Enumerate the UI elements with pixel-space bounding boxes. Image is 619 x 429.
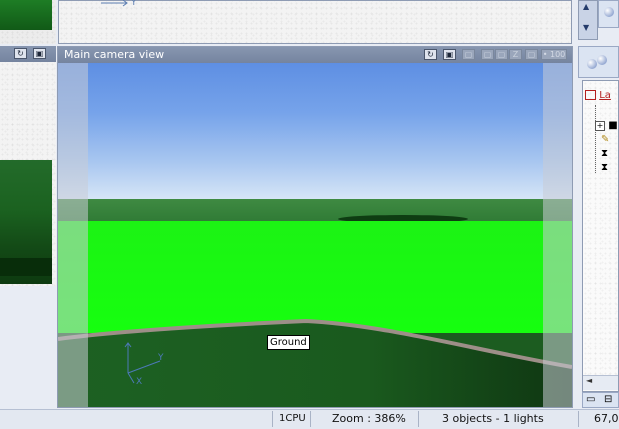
main-view-x-icon[interactable]: ▢: [481, 49, 494, 60]
main-refresh-icon[interactable]: ↻: [424, 49, 437, 60]
nav-scroller[interactable]: ▲ ▼: [578, 0, 598, 40]
scene-tree[interactable]: La + ■ ✎ ⧗ ⧗ ◄: [582, 80, 619, 392]
status-divider-2: [310, 411, 311, 427]
horizon-hills: [58, 199, 572, 223]
scene-objects-icon[interactable]: [587, 53, 609, 71]
top-left-green-strip: [0, 0, 52, 30]
tab-tree-icon[interactable]: ⊟: [604, 394, 612, 405]
status-coordinates: 67,06: [594, 412, 619, 425]
nav-side-button[interactable]: [598, 0, 619, 28]
sky: [58, 63, 572, 205]
right-safe-frame: [543, 63, 572, 407]
expand-toggle[interactable]: +: [595, 121, 605, 131]
top-axis-label: Y: [131, 0, 137, 8]
nav-down-arrow-icon[interactable]: ▼: [583, 23, 589, 32]
tree-root-label: La: [599, 90, 611, 101]
main-render-icon[interactable]: ▣: [443, 49, 456, 60]
axis-label-x: X: [136, 377, 143, 387]
main-camera-viewport[interactable]: Main camera view ↻ ▣ ▢ ▢ ▢ Z ▢ • 100 Y X…: [57, 46, 573, 408]
render-area[interactable]: Y X Ground: [58, 63, 572, 407]
main-view-z-icon[interactable]: Z: [509, 49, 522, 60]
scene-panel-header: [578, 46, 619, 78]
object-icon-2: ⧗: [601, 162, 609, 173]
main-viewport-title: Main camera view: [64, 48, 165, 61]
light-icon: ✎: [601, 134, 610, 145]
ground-object-label[interactable]: Ground: [267, 335, 310, 350]
top-viewport[interactable]: Y: [58, 0, 572, 44]
camera-icon: ■: [608, 120, 618, 131]
axis-label-y: Y: [158, 353, 164, 363]
nav-up-arrow-icon[interactable]: ▲: [583, 2, 589, 11]
scene-bottom-tabs: ▭ ⊟: [582, 392, 619, 408]
status-object-count: 3 objects - 1 lights: [442, 412, 544, 425]
tree-dotted-line: [595, 105, 596, 173]
tab-page-icon[interactable]: ▭: [586, 394, 595, 405]
top-left-viewport[interactable]: [0, 0, 56, 44]
layer-icon: [585, 90, 596, 100]
left-refresh-icon[interactable]: ↻: [14, 48, 27, 59]
status-cpu: 1CPU: [279, 413, 306, 424]
top-axis-indicator: [101, 0, 128, 7]
object-icon: ⧗: [601, 148, 609, 159]
tree-item-3[interactable]: ⧗: [601, 147, 608, 161]
tree-item-2[interactable]: ✎: [601, 133, 609, 147]
status-divider-3: [418, 411, 419, 427]
main-view-y-icon[interactable]: ▢: [495, 49, 508, 60]
left-render-icon[interactable]: ▣: [33, 48, 46, 59]
tree-item-4[interactable]: ⧗: [601, 161, 608, 175]
tree-h-scrollbar[interactable]: ◄: [583, 375, 618, 390]
status-divider-4: [578, 411, 579, 427]
left-viewport[interactable]: [0, 62, 56, 286]
nav-ball-icon: [604, 7, 614, 17]
main-zoom-badge[interactable]: • 100: [541, 49, 567, 60]
scroll-left-arrow-icon[interactable]: ◄: [586, 376, 592, 385]
left-safe-frame: [58, 63, 88, 407]
tree-item-1[interactable]: + ■: [595, 119, 618, 133]
main-frame-icon[interactable]: ▢: [462, 49, 475, 60]
main-options-icon[interactable]: ▢: [525, 49, 538, 60]
left-viewport-title-bar: ↻ ▣: [0, 46, 56, 62]
status-divider-1: [272, 411, 273, 427]
status-zoom: Zoom : 386%: [332, 412, 406, 425]
tree-root[interactable]: La: [585, 89, 611, 103]
left-viewport-dark-band: [0, 258, 52, 276]
